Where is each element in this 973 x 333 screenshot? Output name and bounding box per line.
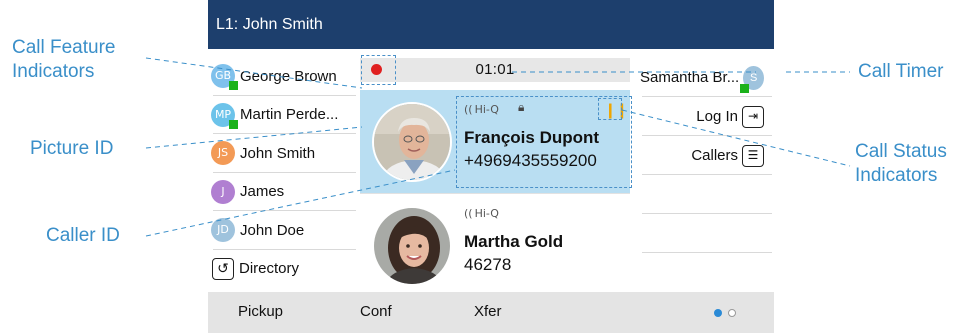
directory-label: Directory <box>239 260 300 278</box>
call-timer: 01:01 <box>475 61 515 78</box>
call-feature-indicator-box <box>361 55 396 85</box>
callers-label: Callers <box>691 147 738 164</box>
callout-caller-id: Caller ID <box>46 225 120 246</box>
contact-avatar: GB <box>211 64 238 91</box>
second-call-card[interactable]: ((Hi-Q Martha Gold 46278 <box>360 193 630 290</box>
contact-avatar: S <box>740 65 764 93</box>
right-key-column: Samantha Br... S Log In ⇥ Callers ☰ <box>640 58 774 292</box>
call-status-indicator-box <box>598 98 622 120</box>
contact-avatar: JD <box>211 218 235 243</box>
contact-avatar: MP <box>211 102 238 129</box>
softkey-bar: Pickup Conf Xfer <box>208 292 774 333</box>
pickup-softkey[interactable]: Pickup <box>238 303 283 320</box>
contact-name: James <box>240 183 285 201</box>
login-key[interactable]: Log In ⇥ <box>640 97 774 136</box>
contact-name: Martin Perde... <box>240 106 339 124</box>
speed-dial-samantha[interactable]: Samantha Br... S <box>640 58 774 97</box>
caller-name: Martha Gold <box>464 232 564 251</box>
presence-online-indicator <box>229 119 238 129</box>
directory-key[interactable]: ↺ Directory <box>208 250 360 289</box>
contact-name: John Doe <box>240 221 305 239</box>
speed-dial-label: Samantha Br... <box>640 69 740 86</box>
contact-george-brown[interactable]: GB George Brown <box>208 57 360 96</box>
contact-john-doe[interactable]: JD John Doe <box>208 211 360 250</box>
line-titlebar: L1: John Smith <box>208 0 774 49</box>
callers-icon: ☰ <box>742 144 764 167</box>
login-icon: ⇥ <box>742 105 764 128</box>
call-timer-strip: 01:01 <box>360 58 630 82</box>
presence-online-indicator <box>229 81 238 91</box>
callout-call-status-indicators: Call Status Indicators <box>855 140 947 188</box>
xfer-softkey[interactable]: Xfer <box>474 303 502 320</box>
caller-picture-id <box>372 206 452 286</box>
page-dot-inactive <box>728 309 736 317</box>
history-icon: ↺ <box>212 257 234 280</box>
contact-name: John Smith <box>240 144 316 162</box>
empty-key[interactable] <box>640 175 774 214</box>
contact-john-smith[interactable]: JS John Smith <box>208 134 360 173</box>
presence-online-indicator <box>740 83 750 93</box>
contact-avatar: JS <box>211 141 235 166</box>
contact-name: George Brown <box>240 67 337 85</box>
page-dot-active <box>714 309 722 317</box>
callout-call-timer: Call Timer <box>858 61 944 82</box>
contact-avatar: J <box>211 179 235 204</box>
caller-number: 46278 <box>464 255 512 274</box>
callout-picture-id: Picture ID <box>30 138 114 159</box>
callout-line: Call Feature Indicators <box>12 37 116 82</box>
hd-audio-icon: ((Hi-Q <box>464 207 499 220</box>
empty-key[interactable] <box>640 253 774 292</box>
caller-picture-id <box>372 102 452 182</box>
contact-martin-perde[interactable]: MP Martin Perde... <box>208 96 360 135</box>
callout-line: Call Status Indicators <box>855 141 947 186</box>
conf-softkey[interactable]: Conf <box>360 303 392 320</box>
callers-key[interactable]: Callers ☰ <box>640 136 774 175</box>
login-label: Log In <box>696 108 738 125</box>
contact-list: GB George Brown MP Martin Perde... JS Jo… <box>208 57 360 288</box>
empty-key[interactable] <box>640 214 774 253</box>
contact-james[interactable]: J James <box>208 173 360 212</box>
callout-call-feature-indicators: Call Feature Indicators <box>12 36 116 84</box>
